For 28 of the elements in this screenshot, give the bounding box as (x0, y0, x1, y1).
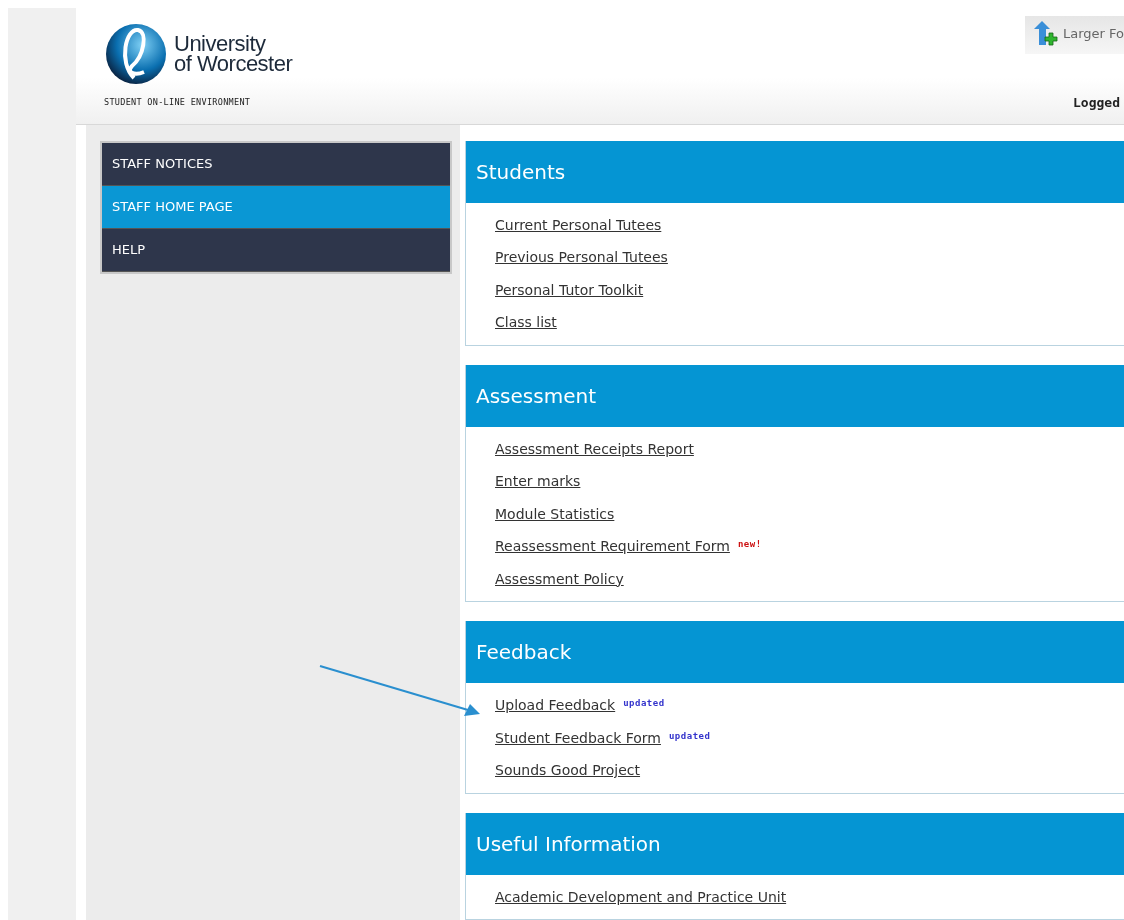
menu-link[interactable]: Assessment Policy (495, 570, 624, 587)
menu-link[interactable]: Student Feedback Form (495, 729, 661, 746)
menu-link[interactable]: Academic Development and Practice Unit (495, 888, 787, 905)
menu-link[interactable]: Previous Personal Tutees (495, 249, 668, 266)
menu-link[interactable]: Module Statistics (495, 505, 615, 522)
status-label: new! (737, 539, 762, 550)
status-label: updated (623, 698, 665, 709)
section-title: Students (466, 140, 1124, 203)
menu-link[interactable]: Class list (495, 314, 557, 331)
menu-link[interactable]: Reassessment Requirement Form (495, 538, 730, 555)
section-title: Useful Information (466, 812, 1124, 875)
larger-font-button[interactable]: Larger Fo (1024, 16, 1124, 54)
nav-item[interactable]: HELP (102, 228, 450, 272)
menu-link[interactable]: Assessment Receipts Report (495, 440, 694, 457)
menu-link[interactable]: Sounds Good Project (495, 762, 641, 779)
status-label: updated (668, 730, 711, 741)
section-title: Feedback (466, 621, 1124, 683)
university-logo-icon (104, 22, 168, 86)
section-title: Assessment (466, 364, 1124, 427)
menu-link[interactable]: Personal Tutor Toolkit (495, 281, 644, 298)
menu-link[interactable]: Current Personal Tutees (495, 216, 662, 233)
menu-link[interactable]: Enter marks (495, 473, 581, 490)
menu-link[interactable]: Upload Feedback (495, 697, 616, 714)
arrow-up-plus-icon (1032, 20, 1059, 46)
login-status: Logged (1073, 94, 1120, 110)
university-name: University of Worcester (174, 34, 293, 74)
nav-item[interactable]: STAFF NOTICES (102, 142, 450, 186)
site-tagline: STUDENT ON-LINE ENVIRONMENT (104, 97, 251, 107)
